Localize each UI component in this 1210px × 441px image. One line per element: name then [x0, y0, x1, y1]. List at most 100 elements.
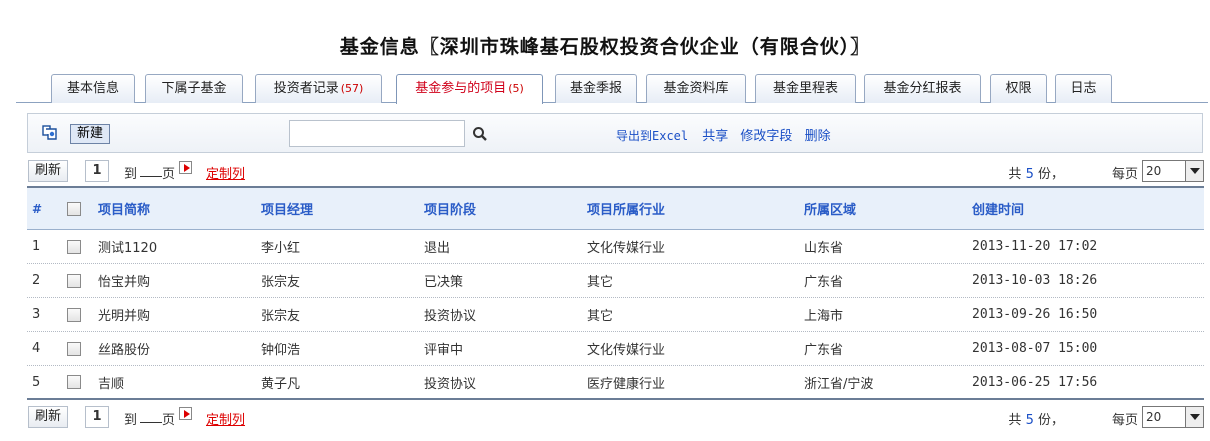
- page-number[interactable]: 1: [85, 406, 109, 428]
- per-page-label: 每页: [1111, 413, 1138, 428]
- table-row[interactable]: 4 丝路股份 钟仰浩 评审中 文化传媒行业 广东省 2013-08-07 15:…: [27, 332, 1204, 366]
- tab-dividend-report[interactable]: 基金分红报表: [864, 74, 981, 103]
- project-name[interactable]: 吉顺: [98, 366, 124, 398]
- col-project-manager[interactable]: 项目经理: [261, 188, 313, 229]
- project-industry: 其它: [587, 275, 614, 290]
- total-suffix: 份，: [1037, 413, 1064, 428]
- project-stage: 投资协议: [424, 309, 477, 324]
- per-page-label: 每页: [1111, 167, 1138, 182]
- row-checkbox[interactable]: [67, 307, 81, 322]
- total-suffix: 份，: [1037, 167, 1064, 182]
- tab-label: 投资者记录: [273, 81, 339, 96]
- row-index: 5: [32, 374, 41, 390]
- tab-permissions[interactable]: 权限: [990, 74, 1047, 103]
- row-checkbox-cell[interactable]: [67, 332, 81, 365]
- page-size-select[interactable]: 20: [1142, 160, 1204, 182]
- project-stage: 投资协议: [424, 376, 477, 392]
- export-excel-link[interactable]: 导出到Excel: [616, 129, 688, 143]
- to-label: 到: [124, 167, 138, 182]
- pager-top: 刷新 1 到 页 定制列 共 5 份， 每页 20: [28, 160, 1204, 182]
- tab-quarterly-report[interactable]: 基金季报: [555, 74, 637, 103]
- project-manager: 李小红: [261, 241, 301, 256]
- project-industry: 文化传媒行业: [587, 343, 666, 358]
- project-stage: 已决策: [424, 275, 464, 290]
- project-name[interactable]: 光明并购: [98, 298, 150, 331]
- row-checkbox[interactable]: [67, 239, 81, 254]
- project-manager: 黄子凡: [261, 376, 301, 392]
- table-row[interactable]: 1 测试1120 李小红 退出 文化传媒行业 山东省 2013-11-20 17…: [27, 230, 1204, 264]
- tab-label: 基金资料库: [663, 81, 729, 96]
- row-checkbox-cell[interactable]: [67, 230, 81, 263]
- row-index: 3: [32, 307, 41, 322]
- row-checkbox-cell[interactable]: [67, 264, 81, 297]
- chevron-down-icon[interactable]: [1185, 407, 1203, 427]
- share-link[interactable]: 共享: [702, 129, 728, 144]
- tab-label: 基金参与的项目: [415, 81, 507, 96]
- page-jump-input[interactable]: [140, 163, 162, 177]
- tab-basic-info[interactable]: 基本信息: [51, 74, 135, 103]
- project-region: 上海市: [804, 309, 844, 324]
- project-manager: 张宗友: [261, 275, 301, 290]
- row-checkbox[interactable]: [67, 273, 81, 288]
- created-time: 2013-08-07 15:00: [972, 341, 1098, 356]
- tab-label: 基金季报: [569, 81, 622, 96]
- col-project-name[interactable]: 项目简称: [98, 188, 150, 229]
- custom-columns-link[interactable]: 定制列: [206, 163, 245, 182]
- table-row[interactable]: 5 吉顺 黄子凡 投资协议 医疗健康行业 浙江省/宁波 2013-06-25 1…: [27, 366, 1204, 400]
- tab-bar: 基本信息 下属子基金 投资者记录 (57) 基金参与的项目 (5) 基金季报 基金资…: [16, 72, 1208, 104]
- project-region: 山东省: [804, 241, 844, 256]
- to-label: 到: [124, 413, 138, 428]
- total-count: 共 5 份，: [1008, 163, 1064, 182]
- tab-investor-records[interactable]: 投资者记录 (57): [255, 74, 382, 103]
- play-arrow-icon[interactable]: [179, 161, 192, 174]
- total-number: 5: [1025, 167, 1034, 182]
- tab-fund-milestones[interactable]: 基金里程表: [755, 74, 856, 103]
- delete-link[interactable]: 删除: [805, 129, 831, 144]
- row-index: 2: [32, 273, 41, 288]
- project-name[interactable]: 丝路股份: [98, 332, 150, 365]
- table-row[interactable]: 2 怡宝并购 张宗友 已决策 其它 广东省 2013-10-03 18:26: [27, 264, 1204, 298]
- page-jump-input[interactable]: [140, 409, 162, 423]
- select-all-checkbox-cell[interactable]: [67, 188, 81, 229]
- page-number[interactable]: 1: [85, 160, 109, 182]
- col-project-stage[interactable]: 项目阶段: [424, 188, 476, 229]
- search-input[interactable]: [289, 120, 465, 147]
- tab-log[interactable]: 日志: [1055, 74, 1112, 103]
- tab-sub-funds[interactable]: 下属子基金: [145, 74, 243, 103]
- row-index: 4: [32, 341, 41, 356]
- new-button[interactable]: 新建: [70, 124, 111, 144]
- col-region[interactable]: 所属区域: [804, 188, 856, 229]
- page-size-select[interactable]: 20: [1142, 406, 1204, 428]
- project-stage: 评审中: [424, 343, 464, 358]
- row-checkbox-cell[interactable]: [67, 298, 81, 331]
- refresh-button[interactable]: 刷新: [28, 406, 69, 428]
- total-count: 共 5 份，: [1008, 409, 1064, 428]
- row-checkbox[interactable]: [67, 341, 81, 356]
- created-time: 2013-09-26 16:50: [972, 307, 1098, 322]
- created-time: 2013-11-20 17:02: [972, 239, 1098, 254]
- chevron-down-icon[interactable]: [1185, 161, 1203, 181]
- row-checkbox[interactable]: [67, 375, 81, 389]
- project-name[interactable]: 测试1120: [98, 230, 157, 263]
- project-industry: 医疗健康行业: [587, 376, 666, 392]
- new-record-icon[interactable]: [42, 125, 60, 141]
- refresh-button[interactable]: 刷新: [28, 160, 69, 182]
- tab-label: 基本信息: [66, 81, 119, 96]
- page-title: 基金信息〖深圳市珠峰基石股权投资合伙企业（有限合伙）〗: [339, 36, 871, 58]
- row-index: 1: [32, 239, 41, 254]
- project-name[interactable]: 怡宝并购: [98, 264, 150, 297]
- table-row[interactable]: 3 光明并购 张宗友 投资协议 其它 上海市 2013-09-26 16:50: [27, 298, 1204, 332]
- col-created-time[interactable]: 创建时间: [972, 188, 1024, 229]
- tab-fund-projects[interactable]: 基金参与的项目 (5): [396, 74, 543, 104]
- page-label: 页: [162, 167, 176, 182]
- custom-columns-link[interactable]: 定制列: [206, 409, 245, 428]
- page-size-value: 20: [1146, 410, 1162, 424]
- play-arrow-icon[interactable]: [179, 407, 192, 420]
- edit-fields-link[interactable]: 修改字段: [740, 129, 792, 144]
- tab-fund-library[interactable]: 基金资料库: [646, 74, 746, 103]
- select-all-checkbox[interactable]: [67, 201, 81, 216]
- col-industry[interactable]: 项目所属行业: [587, 188, 665, 229]
- tab-count: (57): [340, 82, 364, 95]
- row-checkbox-cell[interactable]: [67, 366, 81, 398]
- search-icon[interactable]: [472, 126, 488, 142]
